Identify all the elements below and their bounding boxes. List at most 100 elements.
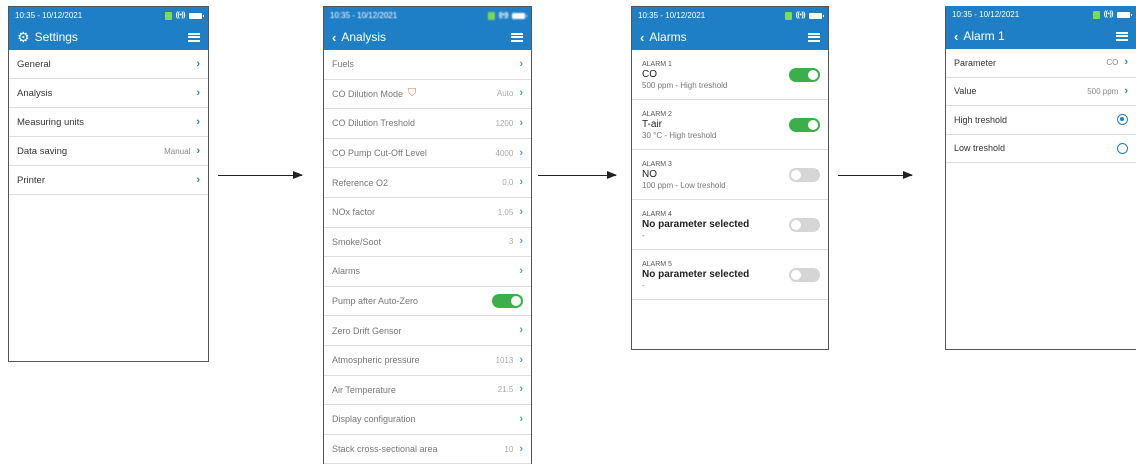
status-time: 10:35 - 10/12/2021 <box>952 10 1020 19</box>
chevron-right-icon: › <box>1124 84 1128 97</box>
alarm-setting-high-treshold[interactable]: High treshold <box>946 106 1136 135</box>
alarm-toggle[interactable] <box>789 218 820 232</box>
analysis-item-co-dilution-treshold[interactable]: CO Dilution Treshold 1200 › <box>324 109 531 139</box>
chevron-right-icon: › <box>196 115 200 128</box>
analysis-item-co-pump-cut-off-level[interactable]: CO Pump Cut-Off Level 4000 › <box>324 139 531 169</box>
settings-item-label: Analysis <box>17 87 53 99</box>
settings-item-measuring-units[interactable]: Measuring units › <box>9 108 208 137</box>
settings-item-label: Data saving <box>17 145 68 157</box>
alarm-setting-label: Value <box>954 86 977 97</box>
alarm-label: ALARM 3 <box>642 160 672 168</box>
analysis-item-label: Alarms <box>332 266 361 277</box>
analysis-item-label: CO Pump Cut-Off Level <box>332 148 427 159</box>
page-title: Settings <box>34 30 78 44</box>
analysis-item-pump-after-auto-zero[interactable]: Pump after Auto-Zero <box>324 287 531 317</box>
alarm-setting-value[interactable]: Value 500 ppm › <box>946 78 1136 106</box>
alarm-setting-parameter[interactable]: Parameter CO › <box>946 49 1136 78</box>
menu-icon[interactable] <box>808 32 820 42</box>
alarm-item-3[interactable]: ALARM 3 NO 100 ppm - Low treshold <box>632 150 828 200</box>
alarm-setting-low-treshold[interactable]: Low treshold <box>946 135 1136 163</box>
analysis-item-alarms[interactable]: Alarms › <box>324 257 531 287</box>
alarm-detail: - <box>642 280 645 290</box>
chevron-right-icon: › <box>519 176 523 189</box>
settings-item-analysis[interactable]: Analysis › <box>9 79 208 108</box>
wireless-icon: ((•)) <box>795 12 806 19</box>
analysis-item-smoke-soot[interactable]: Smoke/Soot 3 › <box>324 228 531 258</box>
analysis-screen: 10:35 - 10/12/2021 ((•)) ‹ Analysis Fuel… <box>323 6 532 464</box>
analysis-item-label: Fuels <box>332 59 355 70</box>
analysis-item-value: 1200 <box>495 118 514 128</box>
analysis-item-atmospheric-pressure[interactable]: Atmospheric pressure 1013 › <box>324 346 531 376</box>
status-time: 10:35 - 10/12/2021 <box>15 11 83 20</box>
alarm-toggle[interactable] <box>789 68 820 82</box>
analysis-item-label: Atmospheric pressure <box>332 355 420 366</box>
pump-after-autozero-toggle[interactable] <box>492 294 523 309</box>
analysis-item-label: CO Dilution Treshold <box>332 118 416 129</box>
analysis-item-air-temperature[interactable]: Air Temperature 21.5 › <box>324 376 531 406</box>
battery-icon <box>189 12 204 19</box>
battery-icon <box>512 12 527 19</box>
analysis-item-fuels[interactable]: Fuels › <box>324 50 531 80</box>
chevron-right-icon: › <box>196 173 200 186</box>
chevron-right-icon: › <box>1124 56 1128 69</box>
back-icon[interactable]: ‹ <box>954 30 958 43</box>
back-icon[interactable]: ‹ <box>332 31 336 44</box>
menu-icon[interactable] <box>511 32 523 42</box>
battery-icon <box>809 12 824 19</box>
back-icon[interactable]: ‹ <box>640 31 644 44</box>
alarm-item-5[interactable]: ALARM 5 No parameter selected - <box>632 250 828 300</box>
menu-icon[interactable] <box>188 32 200 42</box>
flow-arrow-icon <box>838 171 913 179</box>
alarm-toggle[interactable] <box>789 168 820 182</box>
analysis-item-value: 1013 <box>495 355 514 365</box>
analysis-item-value: 1.05 <box>497 207 514 217</box>
settings-list: General › Analysis › Measuring units › Data sa… <box>9 50 208 195</box>
alarm-toggle[interactable] <box>789 118 820 132</box>
radio-unchecked-icon[interactable] <box>1117 142 1128 154</box>
chevron-right-icon: › <box>196 86 200 99</box>
analysis-item-label: CO Dilution Mode <box>332 88 404 99</box>
analysis-item-reference-o2[interactable]: Reference O2 0.0 › <box>324 168 531 198</box>
alarm-toggle[interactable] <box>789 268 820 282</box>
title-bar: ‹ Analysis <box>324 24 531 50</box>
analysis-item-co-dilution-mode[interactable]: CO Dilution Mode ⛉ Auto › <box>324 80 531 110</box>
chevron-right-icon: › <box>519 442 523 455</box>
page-title: Analysis <box>341 30 387 44</box>
analysis-item-value: 4000 <box>495 148 514 158</box>
settings-item-data-saving[interactable]: Data saving Manual › <box>9 137 208 166</box>
shield-icon: ⛉ <box>408 87 417 100</box>
analysis-item-value: 21.5 <box>497 385 514 395</box>
alarm-item-1[interactable]: ALARM 1 CO 500 ppm - High treshold <box>632 50 828 100</box>
radio-checked-icon[interactable] <box>1117 114 1128 126</box>
alarm-detail: 500 ppm - High treshold <box>642 80 728 90</box>
analysis-item-zero-drift-gensor[interactable]: Zero Drift Gensor › <box>324 316 531 346</box>
settings-item-value: Manual <box>164 146 191 156</box>
settings-item-printer[interactable]: Printer › <box>9 166 208 195</box>
chevron-right-icon: › <box>519 324 523 337</box>
settings-screen: 10:35 - 10/12/2021 ((•)) ⚙ Settings Gene… <box>8 6 209 362</box>
menu-icon[interactable] <box>1116 31 1128 41</box>
analysis-item-display-configuration[interactable]: Display configuration › <box>324 405 531 435</box>
wireless-icon: ((•)) <box>1103 11 1114 18</box>
status-bar: 10:35 - 10/12/2021 ((•)) <box>946 6 1136 23</box>
analysis-item-nox-factor[interactable]: NOx factor 1.05 › <box>324 198 531 228</box>
alarm-setting-label: Parameter <box>954 57 997 68</box>
status-time: 10:35 - 10/12/2021 <box>330 11 398 20</box>
settings-item-label: Measuring units <box>17 116 85 128</box>
status-bar: 10:35 - 10/12/2021 ((•)) <box>632 7 828 24</box>
chevron-right-icon: › <box>519 205 523 218</box>
alarm-label: ALARM 1 <box>642 60 672 68</box>
status-time: 10:35 - 10/12/2021 <box>638 11 706 20</box>
alarm-item-4[interactable]: ALARM 4 No parameter selected - <box>632 200 828 250</box>
settings-item-general[interactable]: General › <box>9 50 208 79</box>
alarm-parameter: No parameter selected <box>642 218 750 230</box>
analysis-item-value: 0.0 <box>502 178 514 188</box>
chevron-right-icon: › <box>519 412 523 425</box>
alarm-item-2[interactable]: ALARM 2 T-air 30 °C - High treshold <box>632 100 828 150</box>
alarm-parameter: CO <box>642 68 657 80</box>
title-bar: ‹ Alarms <box>632 24 828 50</box>
alarm-detail: - <box>642 230 645 240</box>
analysis-item-label: Pump after Auto-Zero <box>332 296 419 307</box>
analysis-list: Fuels › CO Dilution Mode ⛉ Auto › CO Dilution … <box>324 50 531 464</box>
analysis-item-stack-cross-sectional-area[interactable]: Stack cross-sectional area 10 › <box>324 435 531 464</box>
